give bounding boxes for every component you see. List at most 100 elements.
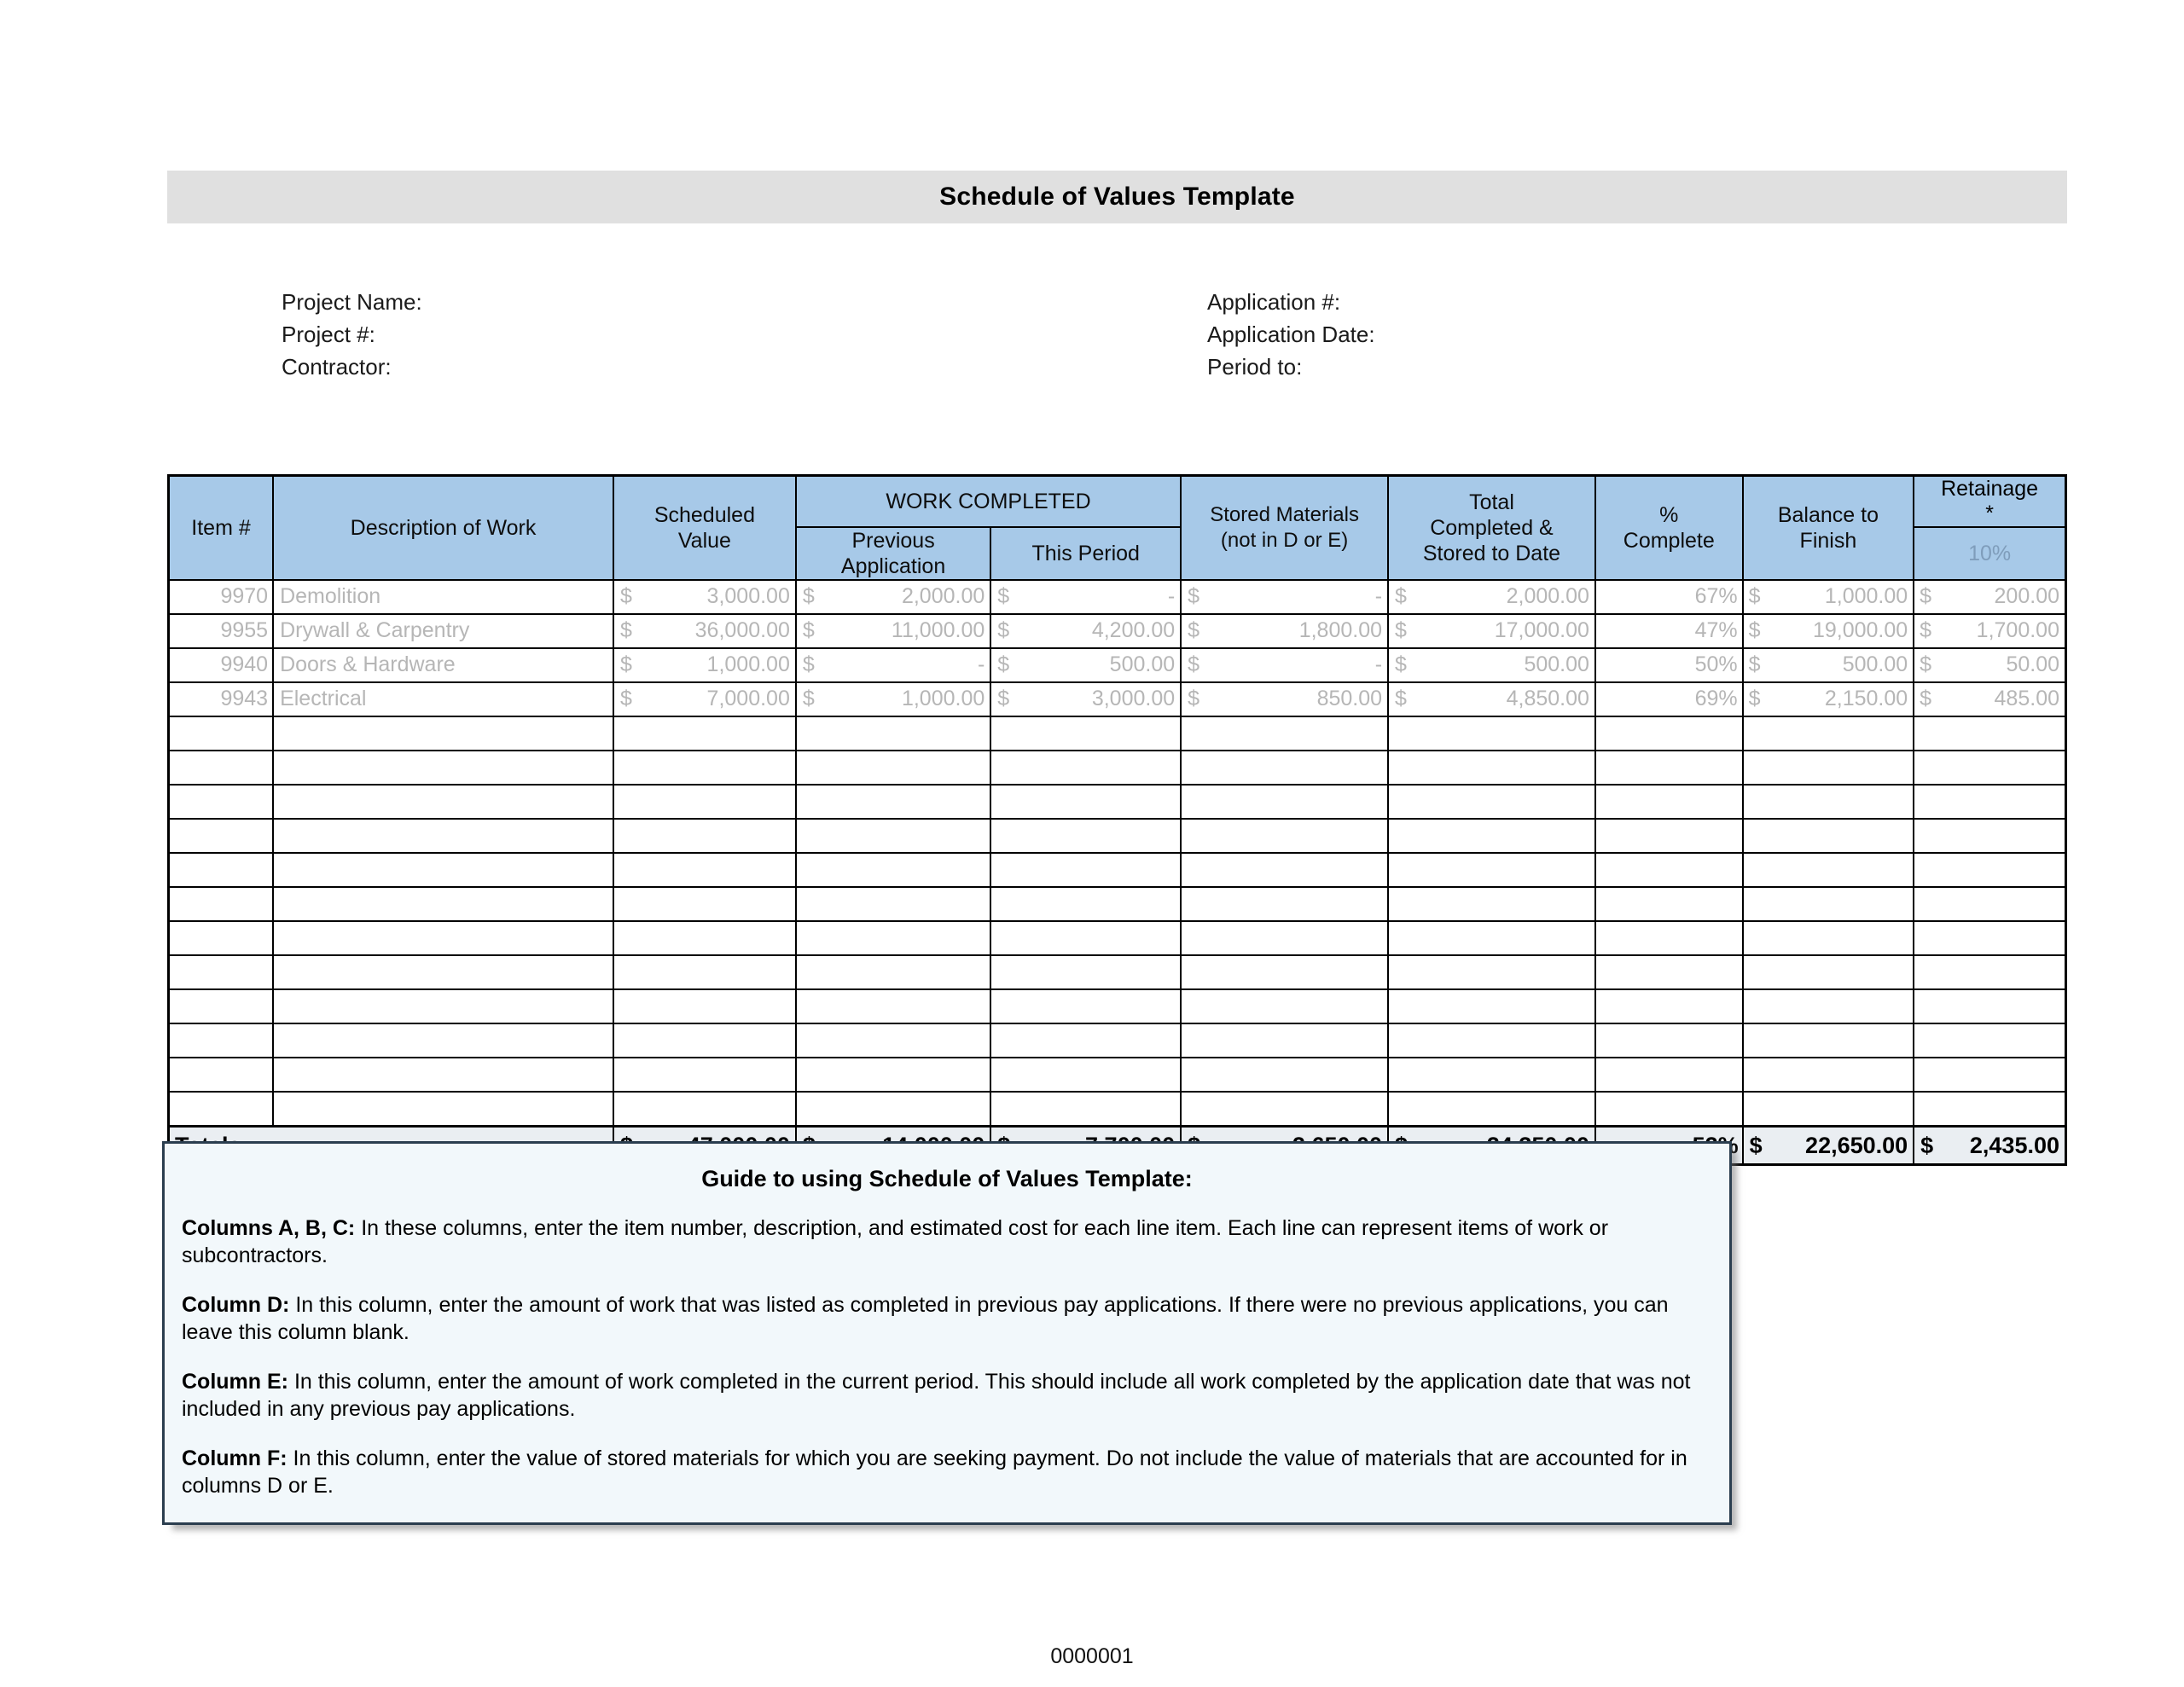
cell-blank[interactable] — [614, 717, 795, 750]
cell-this-period[interactable]: $500.00 — [991, 649, 1180, 681]
cell-blank[interactable] — [797, 820, 990, 852]
cell-blank[interactable] — [1744, 888, 1914, 920]
cell-blank[interactable] — [170, 1058, 272, 1091]
cell-stored-materials[interactable]: $ - — [1182, 649, 1387, 681]
cell-blank[interactable] — [614, 922, 795, 954]
cell-blank[interactable] — [614, 786, 795, 818]
cell-blank[interactable] — [1182, 1058, 1387, 1091]
cell-blank[interactable] — [1596, 751, 1742, 784]
cell-description[interactable]: Drywall & Carpentry — [274, 615, 613, 647]
cell-previous-application[interactable]: $2,000.00 — [797, 581, 990, 613]
cell-blank[interactable] — [991, 751, 1180, 784]
cell-blank[interactable] — [991, 1058, 1180, 1091]
cell-blank[interactable] — [1182, 1093, 1387, 1125]
cell-blank[interactable] — [614, 990, 795, 1023]
cell-blank[interactable] — [1914, 1024, 2065, 1057]
cell-balance-to-finish[interactable]: $1,000.00 — [1744, 581, 1914, 613]
cell-blank[interactable] — [1914, 751, 2065, 784]
cell-blank[interactable] — [170, 786, 272, 818]
cell-blank[interactable] — [1914, 1058, 2065, 1091]
cell-blank[interactable] — [991, 820, 1180, 852]
cell-item-number[interactable]: 9943 — [170, 683, 272, 716]
cell-scheduled-value[interactable]: $7,000.00 — [614, 683, 795, 716]
cell-blank[interactable] — [1744, 854, 1914, 886]
cell-blank[interactable] — [991, 990, 1180, 1023]
cell-blank[interactable] — [797, 1093, 990, 1125]
cell-blank[interactable] — [1182, 751, 1387, 784]
cell-blank[interactable] — [1389, 717, 1594, 750]
cell-blank[interactable] — [614, 1093, 795, 1125]
cell-blank[interactable] — [274, 1024, 613, 1057]
cell-blank[interactable] — [274, 922, 613, 954]
cell-blank[interactable] — [1914, 717, 2065, 750]
cell-blank[interactable] — [274, 990, 613, 1023]
cell-blank[interactable] — [1596, 888, 1742, 920]
cell-blank[interactable] — [797, 888, 990, 920]
cell-blank[interactable] — [797, 717, 990, 750]
cell-percent-complete[interactable]: 50% — [1596, 649, 1742, 681]
cell-scheduled-value[interactable]: $3,000.00 — [614, 581, 795, 613]
cell-blank[interactable] — [1182, 956, 1387, 988]
cell-blank[interactable] — [170, 922, 272, 954]
cell-blank[interactable] — [1596, 990, 1742, 1023]
cell-blank[interactable] — [1389, 1024, 1594, 1057]
cell-description[interactable]: Electrical — [274, 683, 613, 716]
cell-blank[interactable] — [1744, 786, 1914, 818]
cell-this-period[interactable]: $3,000.00 — [991, 683, 1180, 716]
cell-blank[interactable] — [1389, 922, 1594, 954]
cell-blank[interactable] — [614, 854, 795, 886]
cell-blank[interactable] — [1182, 786, 1387, 818]
cell-blank[interactable] — [797, 786, 990, 818]
cell-blank[interactable] — [797, 854, 990, 886]
cell-blank[interactable] — [614, 1058, 795, 1091]
cell-blank[interactable] — [170, 717, 272, 750]
cell-blank[interactable] — [991, 888, 1180, 920]
cell-blank[interactable] — [1389, 854, 1594, 886]
cell-blank[interactable] — [274, 786, 613, 818]
cell-blank[interactable] — [1744, 751, 1914, 784]
cell-blank[interactable] — [170, 854, 272, 886]
cell-blank[interactable] — [170, 888, 272, 920]
cell-blank[interactable] — [991, 1024, 1180, 1057]
cell-blank[interactable] — [991, 786, 1180, 818]
cell-blank[interactable] — [1744, 922, 1914, 954]
cell-previous-application[interactable]: $11,000.00 — [797, 615, 990, 647]
cell-blank[interactable] — [991, 922, 1180, 954]
cell-blank[interactable] — [1389, 786, 1594, 818]
cell-blank[interactable] — [1744, 820, 1914, 852]
cell-blank[interactable] — [991, 1093, 1180, 1125]
cell-blank[interactable] — [1744, 1024, 1914, 1057]
cell-blank[interactable] — [991, 956, 1180, 988]
cell-blank[interactable] — [1596, 1093, 1742, 1125]
cell-retainage[interactable]: $50.00 — [1914, 649, 2065, 681]
cell-blank[interactable] — [1596, 956, 1742, 988]
cell-blank[interactable] — [1596, 820, 1742, 852]
cell-blank[interactable] — [1744, 1058, 1914, 1091]
cell-stored-materials[interactable]: $850.00 — [1182, 683, 1387, 716]
cell-blank[interactable] — [1914, 854, 2065, 886]
cell-blank[interactable] — [170, 820, 272, 852]
cell-blank[interactable] — [1744, 956, 1914, 988]
cell-blank[interactable] — [1596, 1058, 1742, 1091]
cell-blank[interactable] — [1596, 922, 1742, 954]
cell-blank[interactable] — [1182, 990, 1387, 1023]
cell-blank[interactable] — [1914, 786, 2065, 818]
cell-retainage[interactable]: $1,700.00 — [1914, 615, 2065, 647]
cell-blank[interactable] — [1914, 888, 2065, 920]
cell-blank[interactable] — [797, 751, 990, 784]
cell-blank[interactable] — [1182, 854, 1387, 886]
cell-blank[interactable] — [1182, 888, 1387, 920]
cell-blank[interactable] — [1182, 1024, 1387, 1057]
cell-blank[interactable] — [274, 854, 613, 886]
cell-blank[interactable] — [1744, 717, 1914, 750]
cell-blank[interactable] — [797, 1024, 990, 1057]
cell-previous-application[interactable]: $ - — [797, 649, 990, 681]
cell-percent-complete[interactable]: 67% — [1596, 581, 1742, 613]
cell-blank[interactable] — [274, 888, 613, 920]
cell-retainage[interactable]: $485.00 — [1914, 683, 2065, 716]
cell-balance-to-finish[interactable]: $19,000.00 — [1744, 615, 1914, 647]
cell-previous-application[interactable]: $1,000.00 — [797, 683, 990, 716]
cell-balance-to-finish[interactable]: $500.00 — [1744, 649, 1914, 681]
cell-blank[interactable] — [1389, 1093, 1594, 1125]
cell-blank[interactable] — [1389, 990, 1594, 1023]
